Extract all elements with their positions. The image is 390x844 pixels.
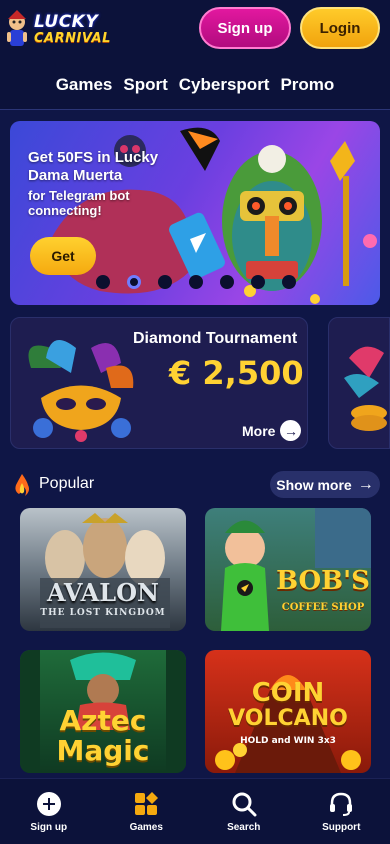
tournament-amount: € 2,500: [169, 354, 304, 392]
bottom-nav-label: Sign up: [30, 821, 68, 833]
search-icon: [231, 791, 257, 817]
game-tile-aztec-magic[interactable]: Aztec Magic: [20, 650, 186, 773]
more-label: More: [242, 422, 276, 439]
game-title-line1: AVALON: [47, 578, 159, 607]
tournament-title: Diamond Tournament: [133, 330, 298, 347]
lucky-carnival-logo[interactable]: LUCKY CARNIVAL: [4, 4, 111, 56]
banner-title: Get 50FS in Lucky Dama Muerta: [28, 149, 159, 184]
popular-section-header: Popular Show more →: [12, 471, 380, 499]
plus-circle-icon: [36, 791, 62, 817]
game-title-line1: BOB'S: [276, 566, 370, 596]
arrow-right-icon: →: [280, 420, 302, 441]
promo-banner[interactable]: Get 50FS in Lucky Dama Muerta for Telegr…: [10, 121, 380, 305]
pagination-dot[interactable]: [251, 275, 265, 289]
nav-item-games[interactable]: Games: [56, 75, 113, 95]
tournament-card-next[interactable]: [328, 317, 390, 449]
banner-get-button[interactable]: Get: [30, 237, 96, 275]
banner-subtitle: for Telegram bot connecting!: [28, 188, 130, 218]
bottom-nav-signup[interactable]: Sign up: [9, 791, 89, 833]
nav-item-promo[interactable]: Promo: [280, 75, 334, 95]
game-title-line2: Magic: [56, 734, 150, 767]
arrow-right-icon: →: [357, 475, 374, 493]
pagination-dot-active[interactable]: [127, 275, 141, 289]
main-nav: Games Sport Cybersport Promo: [0, 60, 390, 110]
show-more-button[interactable]: Show more →: [270, 471, 380, 498]
logo-line1: LUCKY: [34, 12, 99, 32]
game-title-line2: COFFEE SHOP: [281, 602, 365, 613]
bottom-nav-games[interactable]: Games: [106, 791, 186, 833]
games-grid-icon: [133, 791, 159, 817]
game-tile-coin-volcano[interactable]: COIN VOLCANO HOLD and WIN 3x3: [205, 650, 371, 773]
bottom-nav-label: Games: [129, 821, 163, 833]
pagination-dot[interactable]: [220, 275, 234, 289]
mascot-icon: [7, 10, 27, 46]
nav-item-cybersport[interactable]: Cybersport: [179, 75, 270, 95]
bottom-navigation: Sign up Games Search Support: [0, 778, 390, 844]
bottom-nav-label: Search: [227, 821, 261, 833]
show-more-label: Show more: [276, 476, 352, 493]
banner-pagination: [96, 275, 296, 289]
bottom-nav-support[interactable]: Support: [301, 791, 381, 833]
pagination-dot[interactable]: [282, 275, 296, 289]
pagination-dot[interactable]: [158, 275, 172, 289]
game-title-line3: HOLD and WIN 3x3: [240, 736, 336, 746]
pagination-dot[interactable]: [96, 275, 110, 289]
tournament-card[interactable]: Diamond Tournament € 2,500 More →: [10, 317, 308, 449]
game-title-line1: Aztec: [59, 704, 147, 737]
carnival-mask-art: [28, 340, 134, 442]
bottom-nav-search[interactable]: Search: [204, 791, 284, 833]
game-tile-avalon[interactable]: AVALON THE LOST KINGDOM: [20, 508, 186, 631]
game-title-line1: COIN: [251, 678, 325, 708]
login-button[interactable]: Login: [300, 7, 380, 49]
popular-title: Popular: [39, 475, 95, 492]
headset-icon: [328, 791, 354, 817]
game-tile-bobs-coffee-shop[interactable]: BOB'S COFFEE SHOP: [205, 508, 371, 631]
logo-line2: CARNIVAL: [34, 31, 111, 46]
bottom-nav-label: Support: [322, 821, 361, 833]
fire-icon: [15, 474, 29, 496]
pagination-dot[interactable]: [189, 275, 203, 289]
tournament-art-partial: [344, 346, 387, 431]
signup-button[interactable]: Sign up: [199, 7, 291, 49]
top-header: LUCKY CARNIVAL Sign up Login: [0, 0, 390, 60]
nav-item-sport[interactable]: Sport: [123, 75, 167, 95]
game-title-line2: VOLCANO: [228, 706, 348, 731]
game-title-line2: THE LOST KINGDOM: [40, 608, 166, 618]
tournament-more-button[interactable]: More →: [242, 420, 302, 441]
